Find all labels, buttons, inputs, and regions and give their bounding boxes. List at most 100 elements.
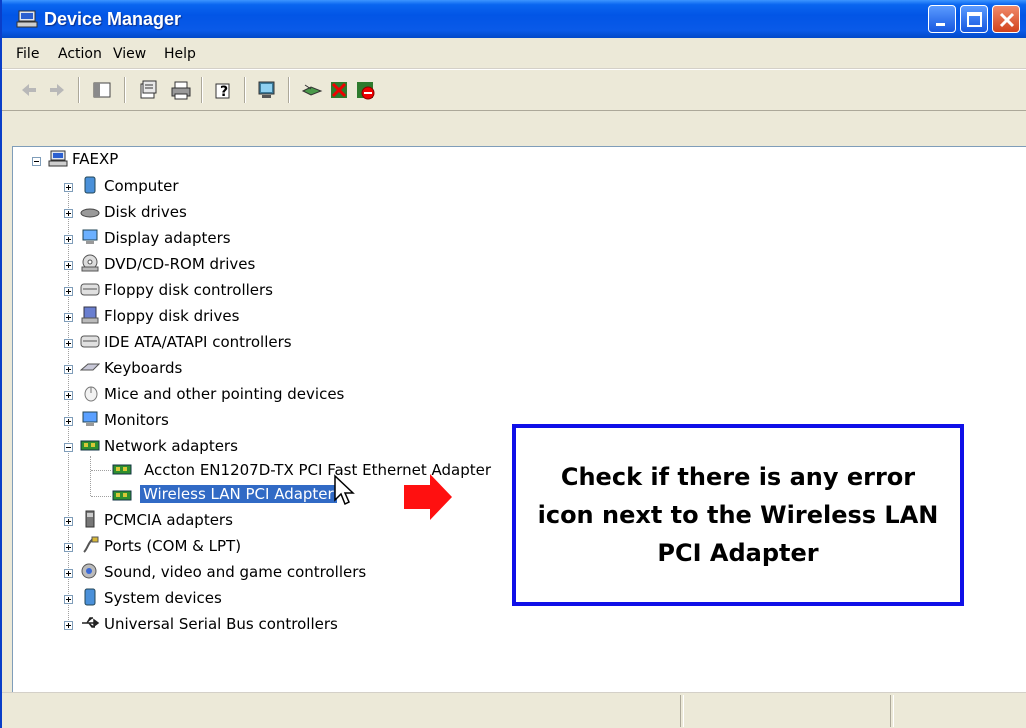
- svg-text:?: ?: [220, 84, 228, 100]
- scan-hardware-icon[interactable]: [256, 79, 278, 101]
- tree-node-dvd-cd-rom[interactable]: DVD/CD-ROM drives: [56, 254, 456, 280]
- expand-toggle[interactable]: [64, 339, 73, 348]
- tree-node-label: Mice and other pointing devices: [104, 385, 345, 403]
- status-divider: [680, 695, 684, 727]
- toolbar-separator: [201, 77, 203, 103]
- expand-toggle[interactable]: [64, 517, 73, 526]
- tree-node-monitors[interactable]: Monitors: [56, 410, 456, 436]
- tree-node-display-adapters[interactable]: Display adapters: [56, 228, 456, 254]
- menu-help[interactable]: Help: [164, 46, 196, 62]
- properties-icon[interactable]: [137, 79, 159, 101]
- controller-icon: [80, 283, 100, 296]
- menu-file[interactable]: File: [16, 46, 39, 62]
- expand-toggle[interactable]: [64, 365, 73, 374]
- tree-node-label: Ports (COM & LPT): [104, 537, 242, 555]
- device-manager-window: Device Manager File Action View Help ? F…: [0, 0, 1026, 728]
- window-title: Device Manager: [44, 9, 182, 29]
- collapse-toggle[interactable]: [32, 157, 41, 166]
- status-divider: [890, 695, 894, 727]
- uninstall-icon[interactable]: [328, 79, 350, 101]
- menu-view[interactable]: View: [113, 46, 146, 62]
- close-icon: [999, 12, 1015, 28]
- minimize-icon: [936, 23, 945, 26]
- tree-node-ide-controllers[interactable]: IDE ATA/ATAPI controllers: [56, 332, 456, 358]
- expand-toggle[interactable]: [64, 569, 73, 578]
- display-adapter-icon: [82, 229, 98, 244]
- maximize-button[interactable]: [960, 5, 988, 33]
- tree-node-label: IDE ATA/ATAPI controllers: [104, 333, 292, 351]
- tree-node-floppy-controllers[interactable]: Floppy disk controllers: [56, 280, 456, 306]
- tree-node-label: Computer: [104, 177, 179, 195]
- tree-root[interactable]: FAEXP: [24, 150, 224, 176]
- tree-node-label: Network adapters: [104, 437, 238, 455]
- network-card-icon: [112, 490, 132, 501]
- tree-node-label: Floppy disk controllers: [104, 281, 273, 299]
- tree-node-label: Universal Serial Bus controllers: [104, 615, 338, 633]
- tree-root-label: FAEXP: [72, 150, 119, 168]
- toolbar-separator: [124, 77, 126, 103]
- floppy-drive-icon: [81, 306, 99, 324]
- expand-toggle[interactable]: [64, 621, 73, 630]
- tree-node-label: System devices: [104, 589, 222, 607]
- expand-toggle[interactable]: [64, 595, 73, 604]
- tree-node-label: PCMCIA adapters: [104, 511, 233, 529]
- expand-toggle[interactable]: [64, 209, 73, 218]
- tree-node-disk-drives[interactable]: Disk drives: [56, 202, 456, 228]
- expand-toggle[interactable]: [64, 313, 73, 322]
- tree-node-usb[interactable]: Universal Serial Bus controllers: [56, 614, 476, 640]
- computer-icon: [16, 10, 38, 28]
- show-hide-console-tree-icon[interactable]: [91, 79, 113, 101]
- toolbar: ?: [2, 69, 1026, 111]
- minimize-button[interactable]: [928, 5, 956, 33]
- tree-node-keyboards[interactable]: Keyboards: [56, 358, 456, 384]
- tree-node-sound[interactable]: Sound, video and game controllers: [56, 562, 476, 588]
- expand-toggle[interactable]: [64, 287, 73, 296]
- tree-guide-line: [91, 470, 111, 472]
- collapse-toggle[interactable]: [64, 443, 73, 452]
- title-bar[interactable]: Device Manager: [2, 0, 1026, 38]
- print-icon[interactable]: [170, 79, 192, 101]
- menu-bar: File Action View Help: [2, 38, 1026, 69]
- tree-node-accton-adapter[interactable]: Accton EN1207D-TX PCI Fast Ethernet Adap…: [112, 460, 532, 486]
- tree-guide-line: [91, 496, 111, 498]
- expand-toggle[interactable]: [64, 183, 73, 192]
- expand-toggle[interactable]: [64, 391, 73, 400]
- disable-icon[interactable]: [354, 79, 376, 101]
- menu-action[interactable]: Action: [58, 46, 102, 62]
- tree-node-pcmcia[interactable]: PCMCIA adapters: [56, 510, 456, 536]
- expand-toggle[interactable]: [64, 417, 73, 426]
- computer-icon: [48, 150, 68, 167]
- expand-toggle[interactable]: [64, 261, 73, 270]
- tree-node-mice[interactable]: Mice and other pointing devices: [56, 384, 456, 410]
- mouse-cursor-icon: [334, 474, 355, 506]
- tree-guide-line: [90, 456, 92, 496]
- forward-arrow-icon[interactable]: [46, 79, 68, 101]
- expand-toggle[interactable]: [64, 235, 73, 244]
- tree-node-label: Display adapters: [104, 229, 231, 247]
- tree-node-label: Floppy disk drives: [104, 307, 240, 325]
- instruction-callout: Check if there is any error icon next to…: [512, 424, 964, 606]
- disk-drive-icon: [80, 208, 100, 218]
- sound-icon: [81, 563, 97, 579]
- pcmcia-icon: [85, 510, 95, 528]
- tree-node-label-selected: Wireless LAN PCI Adapter: [140, 485, 337, 503]
- tree-node-ports[interactable]: Ports (COM & LPT): [56, 536, 456, 562]
- network-card-icon: [112, 464, 132, 475]
- tree-node-system-devices[interactable]: System devices: [56, 588, 456, 614]
- computer-icon: [84, 176, 96, 194]
- tree-node-label: Sound, video and game controllers: [104, 563, 367, 581]
- tree-node-label: DVD/CD-ROM drives: [104, 255, 256, 273]
- tree-node-floppy-drives[interactable]: Floppy disk drives: [56, 306, 456, 332]
- expand-toggle[interactable]: [64, 543, 73, 552]
- usb-icon: [82, 617, 100, 628]
- back-arrow-icon[interactable]: [18, 79, 40, 101]
- close-button[interactable]: [992, 5, 1020, 33]
- update-driver-icon[interactable]: [301, 79, 323, 101]
- help-icon[interactable]: ?: [212, 79, 234, 101]
- tree-node-computer[interactable]: Computer: [56, 176, 456, 202]
- tree-node-network-adapters[interactable]: Network adapters: [56, 436, 456, 462]
- status-bar: [2, 692, 1026, 728]
- maximize-icon: [967, 12, 982, 27]
- monitor-icon: [82, 411, 98, 426]
- network-card-icon: [80, 440, 100, 451]
